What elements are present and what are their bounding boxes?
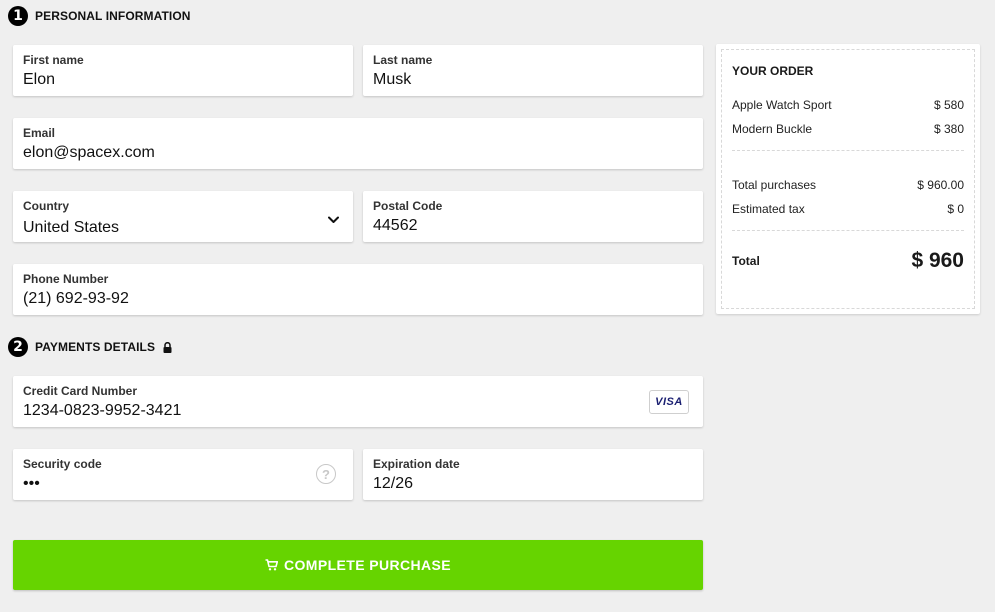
cart-icon [265,559,278,571]
order-summary: YOUR ORDER Apple Watch Sport $ 580 Moder… [716,44,980,314]
order-item-price: $ 380 [933,122,964,136]
last-name-label: Last name [373,53,433,67]
order-summary-inner: YOUR ORDER Apple Watch Sport $ 580 Moder… [721,49,975,309]
postal-code-label: Postal Code [373,199,443,213]
expiration-date-field[interactable]: Expiration date 12/26 [363,449,703,500]
chevron-down-icon[interactable] [328,211,339,229]
card-number-input[interactable]: 1234-0823-9952-3421 [23,402,693,420]
complete-purchase-label: COMPLETE PURCHASE [283,557,452,573]
total-label: Total [732,254,760,268]
visa-icon: VISA [649,390,689,414]
order-item-price: $ 580 [933,98,964,112]
order-title: YOUR ORDER [732,64,814,78]
expiration-date-input[interactable]: 12/26 [373,475,693,493]
email-field[interactable]: Email elon@spacex.com [13,118,703,169]
order-item-name: Apple Watch Sport [732,98,832,112]
security-code-field[interactable]: Security code ••• ? [13,449,353,500]
country-label: Country [23,199,69,213]
question-icon[interactable]: ? [316,464,336,484]
lock-icon [163,341,172,353]
expiration-date-label: Expiration date [373,457,460,471]
first-name-label: First name [23,53,84,67]
phone-label: Phone Number [23,272,109,286]
first-name-input[interactable]: Elon [23,71,343,89]
email-input[interactable]: elon@spacex.com [23,144,693,162]
payment-details-title: PAYMENTS DETAILS [35,340,156,354]
estimated-tax-value: $ 0 [947,202,964,216]
phone-input[interactable]: (21) 692-93-92 [23,290,693,308]
order-divider [732,230,964,231]
phone-field[interactable]: Phone Number (21) 692-93-92 [13,264,703,315]
card-number-field[interactable]: Credit Card Number 1234-0823-9952-3421 V… [13,376,703,427]
step-number-1: 1 [8,6,28,26]
postal-code-input[interactable]: 44562 [373,217,693,235]
last-name-input[interactable]: Musk [373,71,693,89]
estimated-tax-label: Estimated tax [732,202,805,216]
first-name-field[interactable]: First name Elon [13,45,353,96]
total-purchases-label: Total purchases [732,178,817,192]
postal-code-field[interactable]: Postal Code 44562 [363,191,703,242]
estimated-tax-row: Estimated tax $ 0 [732,202,964,216]
total-value: $ 960 [911,249,964,272]
complete-purchase-button[interactable]: COMPLETE PURCHASE [13,540,703,590]
card-number-label: Credit Card Number [23,384,138,398]
order-item: Apple Watch Sport $ 580 [732,98,964,112]
order-item-name: Modern Buckle [732,122,813,136]
security-code-input[interactable]: ••• [23,475,343,493]
payment-details-header: 2 PAYMENTS DETAILS [8,337,172,357]
email-label: Email [23,126,56,140]
personal-info-title: PERSONAL INFORMATION [35,9,191,23]
order-divider [732,150,964,151]
total-purchases-value: $ 960.00 [917,178,964,192]
country-value[interactable]: United States [23,219,343,237]
total-purchases-row: Total purchases $ 960.00 [732,178,964,192]
step-number-2: 2 [8,337,28,357]
personal-info-header: 1 PERSONAL INFORMATION [8,6,191,26]
last-name-field[interactable]: Last name Musk [363,45,703,96]
order-item: Modern Buckle $ 380 [732,122,964,136]
security-code-label: Security code [23,457,102,471]
country-select[interactable]: Country United States [13,191,353,242]
